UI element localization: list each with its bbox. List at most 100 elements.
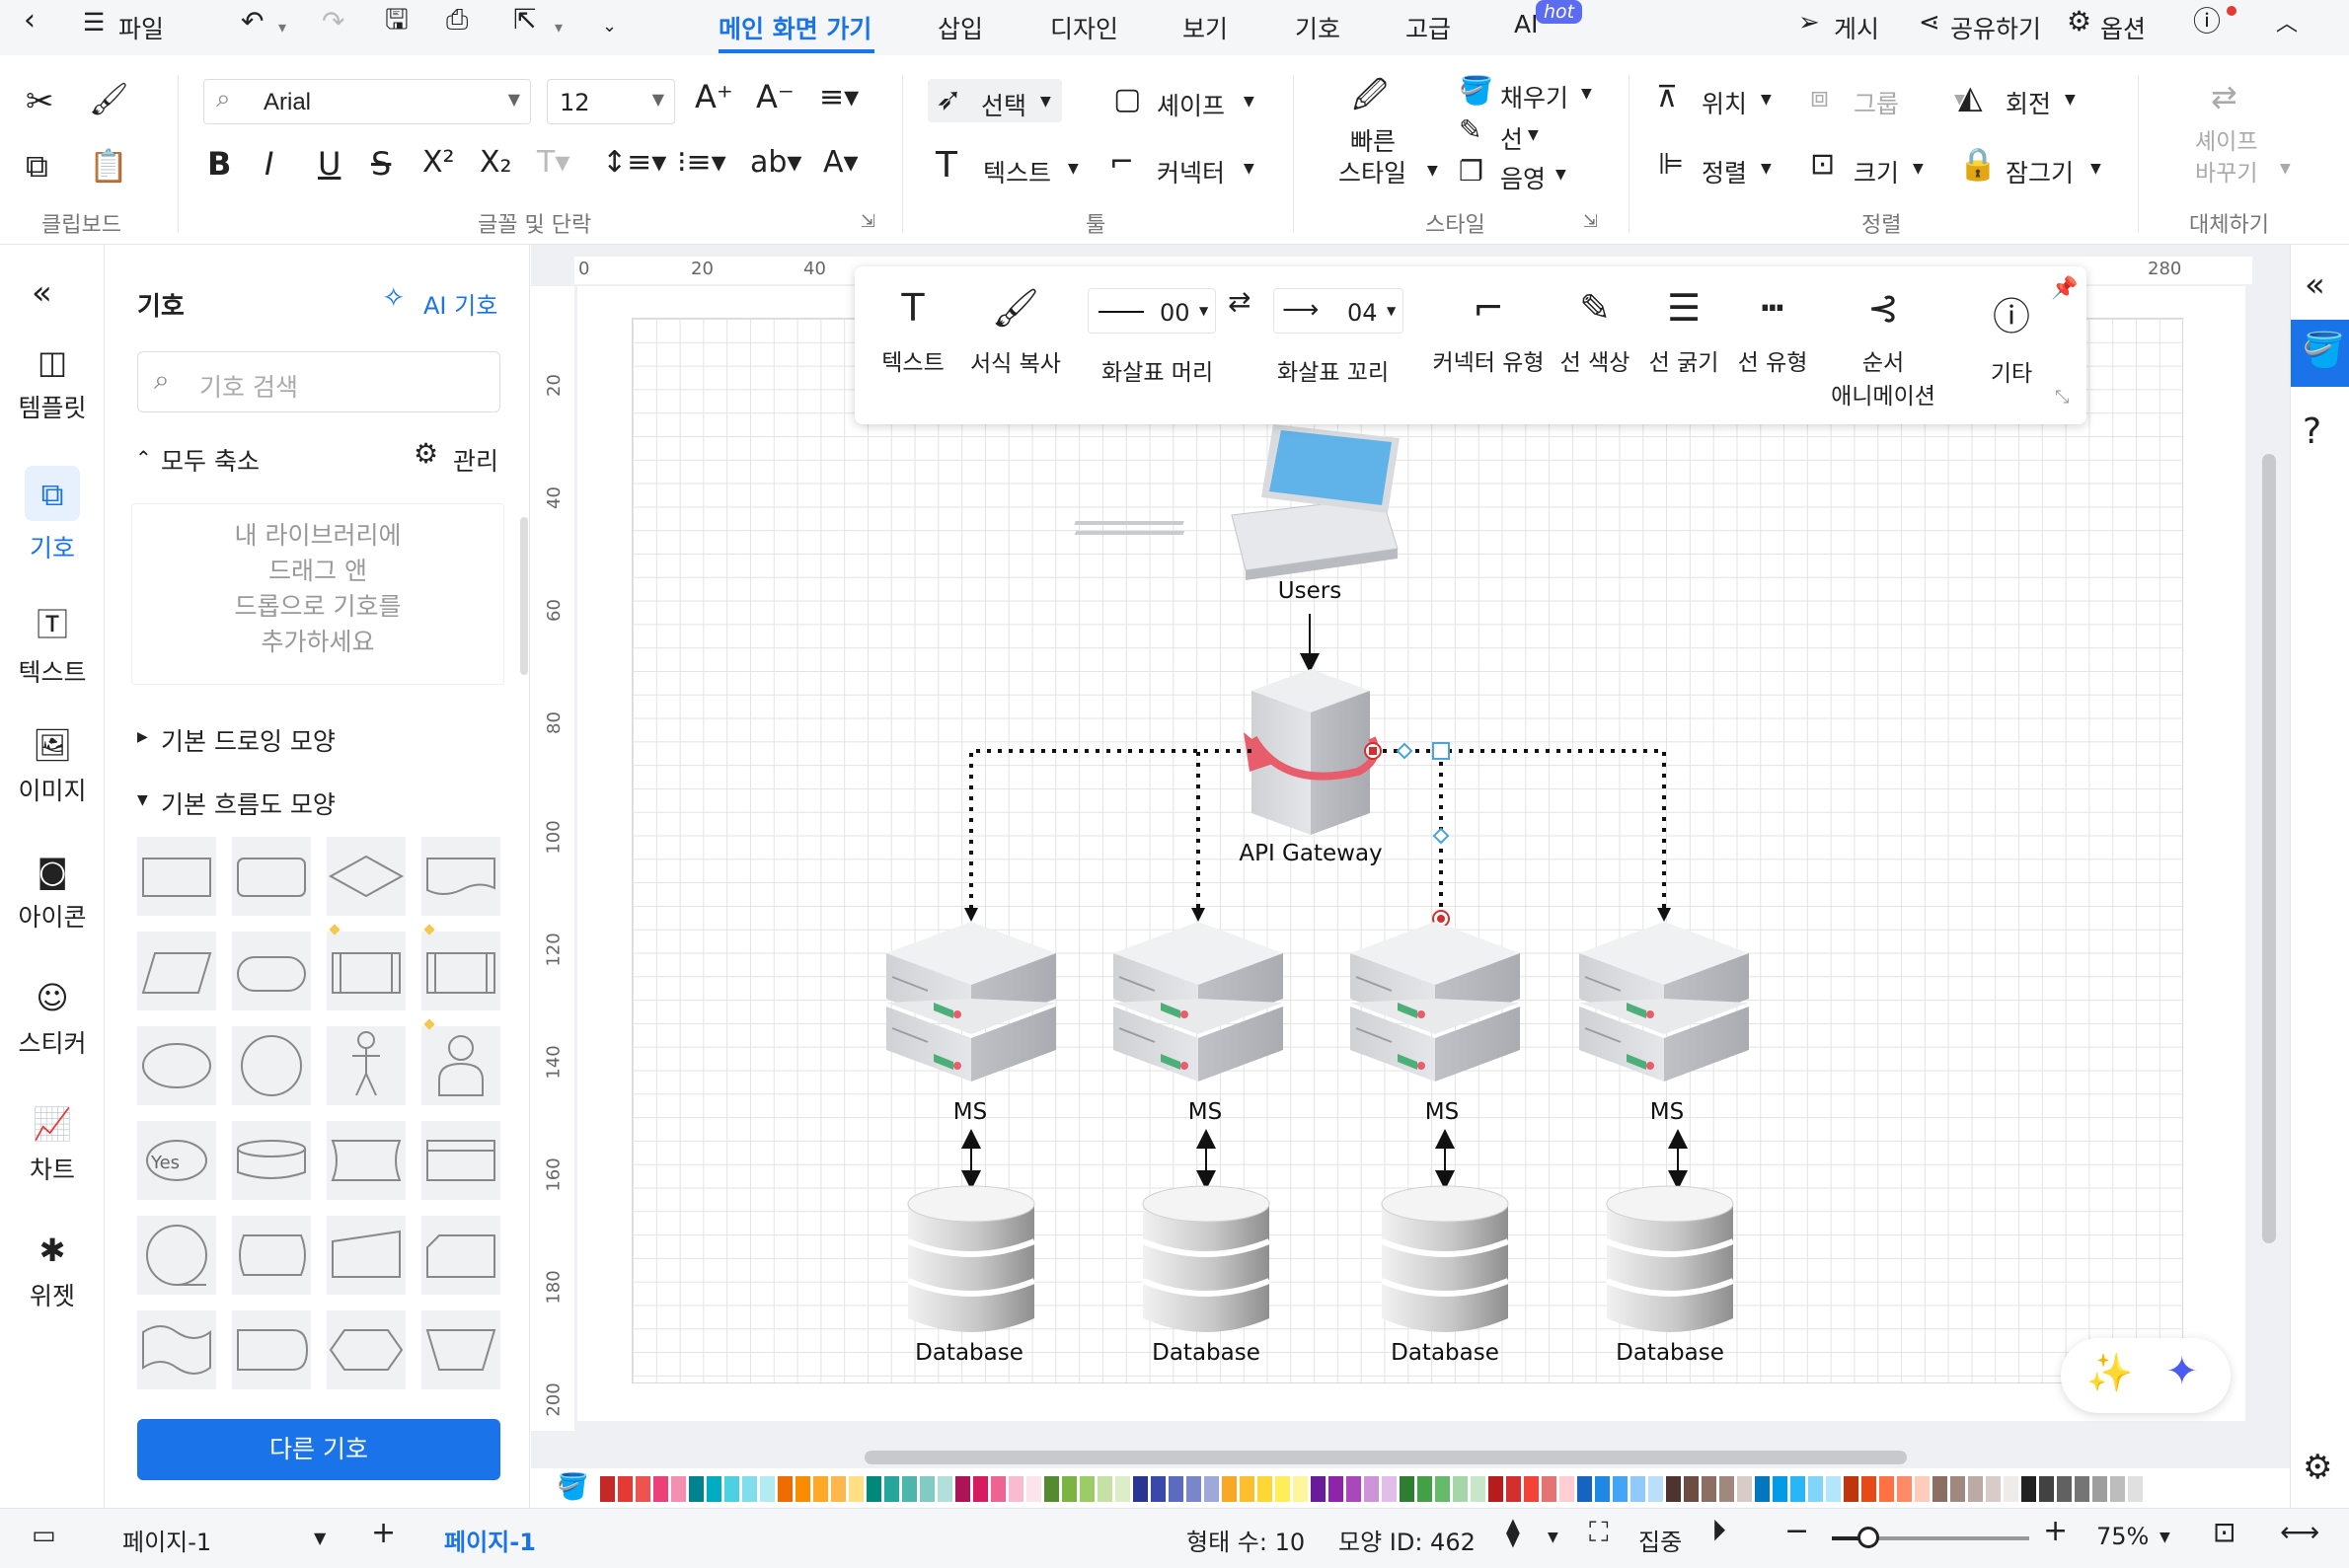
- page-selector[interactable]: 페이지-1: [122, 1523, 211, 1557]
- page-layout-icon[interactable]: ▭: [32, 1523, 56, 1548]
- color-swatch[interactable]: [1186, 1476, 1201, 1502]
- color-swatch[interactable]: [1826, 1476, 1841, 1502]
- focus-icon[interactable]: ⛶: [1589, 1519, 1609, 1546]
- color-swatch[interactable]: [2039, 1476, 2054, 1502]
- color-swatch[interactable]: [1488, 1476, 1503, 1502]
- magic-wand-icon[interactable]: ✨: [2086, 1354, 2133, 1391]
- color-swatch[interactable]: [1684, 1476, 1699, 1502]
- color-swatch[interactable]: [849, 1476, 864, 1502]
- chevron-down-icon[interactable]: ▼: [314, 1531, 326, 1546]
- color-swatch[interactable]: [742, 1476, 757, 1502]
- color-swatch[interactable]: [1808, 1476, 1823, 1502]
- users-label[interactable]: Users: [1273, 578, 1346, 604]
- server-icon[interactable]: [1578, 921, 1750, 1083]
- color-swatch[interactable]: [1932, 1476, 1947, 1502]
- play-icon[interactable]: ⏵: [1711, 1517, 1726, 1546]
- color-swatch[interactable]: [1897, 1476, 1912, 1502]
- color-swatch[interactable]: [991, 1476, 1006, 1502]
- expand-panel-icon[interactable]: «: [2305, 268, 2325, 302]
- color-swatch[interactable]: [1026, 1476, 1041, 1502]
- api-gateway-icon[interactable]: [1244, 669, 1379, 835]
- color-swatch[interactable]: [1115, 1476, 1130, 1502]
- database-label[interactable]: Database: [910, 1340, 1028, 1366]
- color-swatch[interactable]: [1630, 1476, 1645, 1502]
- color-swatch[interactable]: [2004, 1476, 2018, 1502]
- ms-label[interactable]: MS: [1642, 1099, 1692, 1125]
- color-swatch[interactable]: [1311, 1476, 1326, 1502]
- color-swatch[interactable]: [1346, 1476, 1361, 1502]
- color-swatch[interactable]: [1044, 1476, 1059, 1502]
- color-swatch[interactable]: [1950, 1476, 1965, 1502]
- color-swatch[interactable]: [1080, 1476, 1095, 1502]
- color-swatch[interactable]: [671, 1476, 686, 1502]
- line-color-button[interactable]: ✎ 선 색상: [1555, 286, 1634, 377]
- database-label[interactable]: Database: [1611, 1340, 1729, 1366]
- color-swatch[interactable]: [1453, 1476, 1468, 1502]
- database-icon[interactable]: [1607, 1186, 1733, 1332]
- color-swatch[interactable]: [778, 1476, 793, 1502]
- laptop-icon[interactable]: [1074, 424, 1400, 580]
- color-swatch[interactable]: [618, 1476, 633, 1502]
- sparkle-icon[interactable]: ✦: [2165, 1352, 2199, 1391]
- color-swatch[interactable]: [1613, 1476, 1628, 1502]
- ms-label[interactable]: MS: [946, 1099, 995, 1125]
- color-swatch[interactable]: [1968, 1476, 1983, 1502]
- format-panel-tab[interactable]: 🪣: [2291, 320, 2349, 387]
- color-swatch[interactable]: [2021, 1476, 2036, 1502]
- fill-bucket-icon[interactable]: 🪣: [557, 1474, 588, 1500]
- color-swatch[interactable]: [1790, 1476, 1805, 1502]
- color-swatch[interactable]: [2128, 1476, 2143, 1502]
- database-icon[interactable]: [906, 1185, 1036, 1332]
- color-swatch[interactable]: [1879, 1476, 1894, 1502]
- fit-width-icon[interactable]: ⟷: [2280, 1519, 2319, 1546]
- color-swatch[interactable]: [760, 1476, 775, 1502]
- color-swatch[interactable]: [938, 1476, 952, 1502]
- zoom-out-icon[interactable]: −: [1784, 1517, 1809, 1546]
- color-swatch[interactable]: [1133, 1476, 1148, 1502]
- color-swatch[interactable]: [884, 1476, 899, 1502]
- line-width-button[interactable]: ☰ 선 굵기: [1644, 286, 1723, 377]
- color-swatch[interactable]: [1702, 1476, 1716, 1502]
- connector-midpoint-handle[interactable]: [1396, 742, 1413, 760]
- color-swatch[interactable]: [1400, 1476, 1414, 1502]
- color-swatch[interactable]: [1773, 1476, 1787, 1502]
- color-swatch[interactable]: [707, 1476, 721, 1502]
- database-label[interactable]: Database: [1147, 1340, 1265, 1366]
- color-swatch[interactable]: [636, 1476, 650, 1502]
- color-swatch[interactable]: [1542, 1476, 1556, 1502]
- shrink-icon[interactable]: ⤡: [2055, 389, 2069, 407]
- float-text-button[interactable]: T 텍스트: [869, 286, 957, 377]
- sequence-animation-button[interactable]: ⊰ 순서 애니메이션: [1824, 286, 1942, 411]
- color-swatch[interactable]: [2092, 1476, 2107, 1502]
- gear-icon[interactable]: ⚙: [2303, 1451, 2332, 1484]
- color-swatch[interactable]: [1755, 1476, 1770, 1502]
- color-swatch[interactable]: [796, 1476, 810, 1502]
- database-icon[interactable]: [1143, 1186, 1269, 1332]
- api-gateway-label[interactable]: API Gateway: [1238, 841, 1384, 866]
- color-swatch[interactable]: [973, 1476, 988, 1502]
- color-swatch[interactable]: [1471, 1476, 1485, 1502]
- color-swatch[interactable]: [1240, 1476, 1254, 1502]
- color-swatch[interactable]: [867, 1476, 881, 1502]
- connector-type-button[interactable]: ⌐ 커넥터 유형: [1429, 286, 1548, 377]
- color-swatch[interactable]: [1506, 1476, 1521, 1502]
- color-swatch[interactable]: [1151, 1476, 1166, 1502]
- color-swatch[interactable]: [1257, 1476, 1272, 1502]
- color-swatch[interactable]: [1719, 1476, 1734, 1502]
- color-swatch[interactable]: [1986, 1476, 2001, 1502]
- focus-button[interactable]: 집중: [1638, 1523, 1682, 1557]
- color-swatch[interactable]: [1222, 1476, 1237, 1502]
- server-icon[interactable]: [886, 922, 1056, 1082]
- ms-db-arrows[interactable]: [961, 1129, 1688, 1190]
- color-swatch[interactable]: [689, 1476, 704, 1502]
- color-swatch[interactable]: [1559, 1476, 1574, 1502]
- ms-label[interactable]: MS: [1180, 1099, 1230, 1125]
- color-swatch[interactable]: [1275, 1476, 1290, 1502]
- server-icon[interactable]: [1349, 921, 1521, 1083]
- database-icon[interactable]: [1382, 1186, 1508, 1332]
- color-swatch[interactable]: [831, 1476, 846, 1502]
- layers-icon[interactable]: ⧫: [1506, 1519, 1520, 1546]
- color-swatch[interactable]: [1844, 1476, 1858, 1502]
- color-swatch[interactable]: [955, 1476, 970, 1502]
- color-swatch[interactable]: [1293, 1476, 1308, 1502]
